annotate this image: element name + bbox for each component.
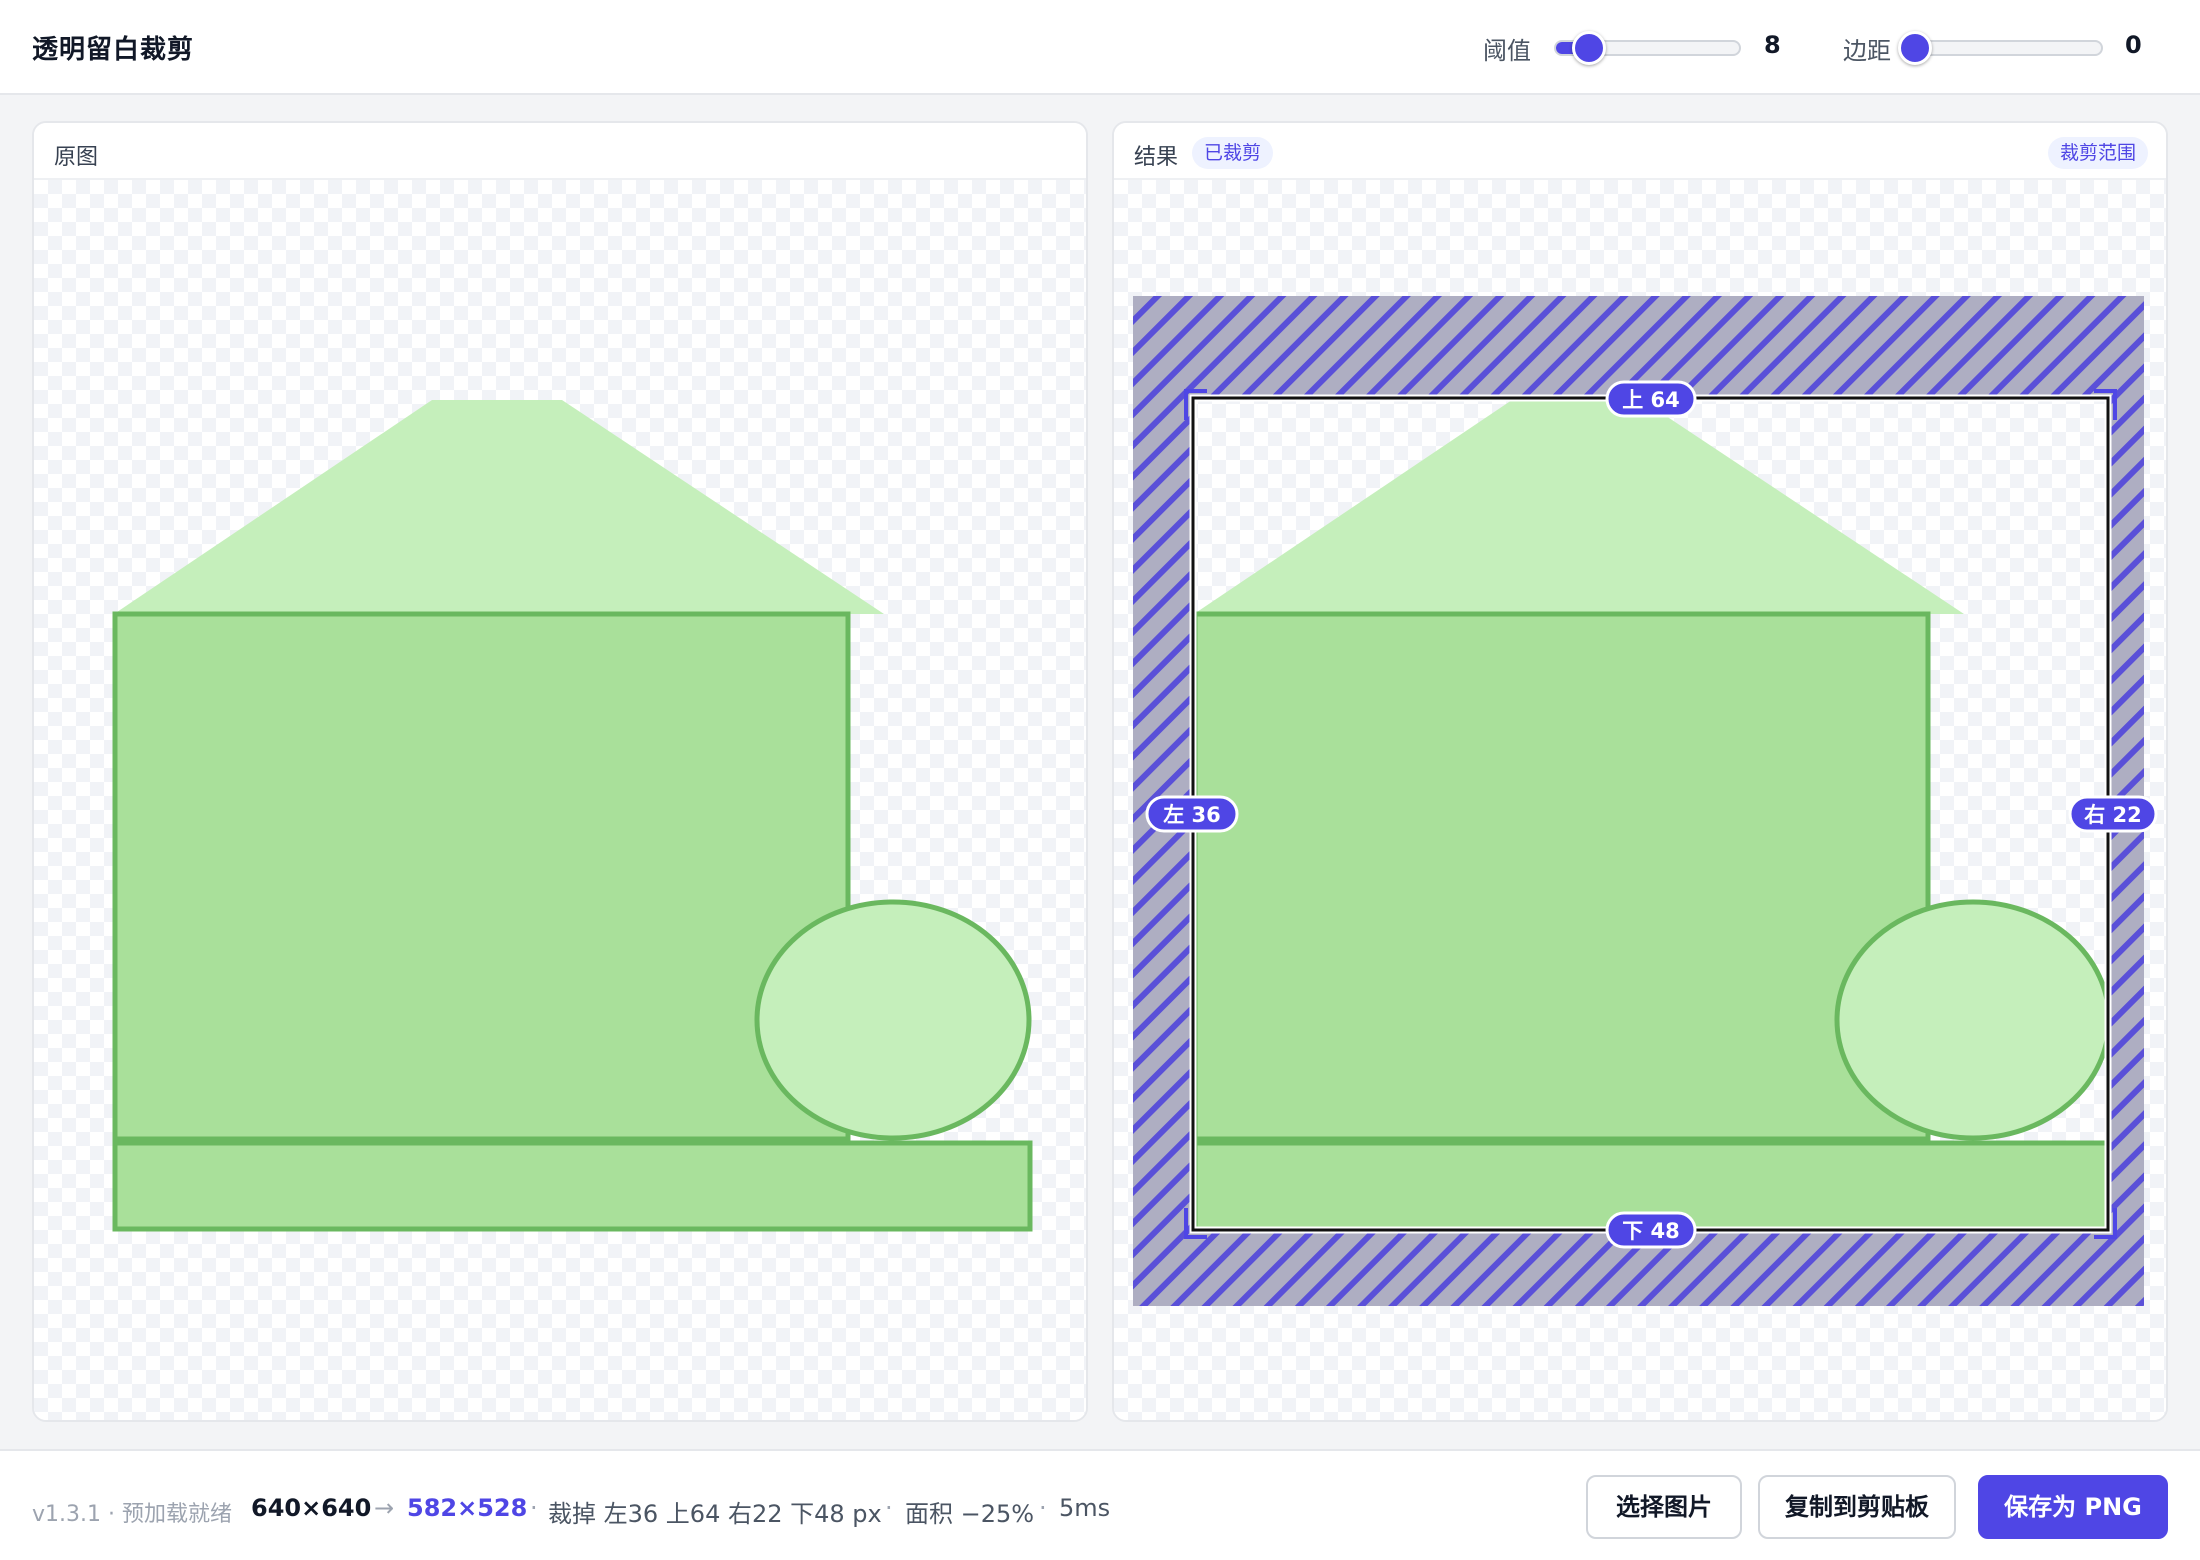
cropped-status-badge: 已裁剪 [1192, 137, 1274, 169]
crop-tag-bottom: 下 48 [1605, 1211, 1697, 1249]
crop-range-toggle[interactable]: 裁剪范围 [2047, 137, 2148, 169]
copy-to-clipboard-button[interactable]: 复制到剪贴板 [1758, 1475, 1956, 1539]
result-panel-header: 结果 已裁剪 裁剪范围 [1114, 123, 2166, 180]
svg-text:左 36: 左 36 [1163, 803, 1221, 827]
crop-tag-left: 左 36 [1145, 795, 1239, 833]
crop-summary: 裁掉 左36 上64 右22 下48 px [548, 1500, 882, 1528]
choose-image-button[interactable]: 选择图片 [1586, 1475, 1742, 1539]
original-image [112, 400, 1033, 1232]
svg-text:上 64: 上 64 [1622, 388, 1680, 412]
tree-circle [754, 899, 1032, 1141]
svg-text:右 22: 右 22 [2084, 803, 2142, 827]
separator: · [530, 1494, 538, 1522]
threshold-value: 8 [1764, 31, 1781, 59]
save-png-button[interactable]: 保存为 PNG [1978, 1475, 2168, 1539]
crop-trim-overlay [1133, 296, 2144, 1306]
margin-value: 0 [2125, 31, 2142, 59]
result-canvas: 上 64 左 36 右 22 下 48 [1114, 180, 2166, 1420]
top-bar: 透明留白裁剪 阈值 8 边距 0 [0, 0, 2200, 95]
result-panel-title: 结果 [1134, 145, 1179, 170]
separator: · [1039, 1494, 1047, 1522]
process-time: 5ms [1059, 1494, 1111, 1522]
original-canvas [34, 180, 1086, 1420]
version-status: v1.3.1 · 预加载就绪 [32, 1502, 232, 1527]
arrow-icon: → [374, 1494, 395, 1522]
margin-slider[interactable] [1898, 31, 2103, 65]
status-bar: v1.3.1 · 预加载就绪 640×640 → 582×528 · 裁掉 左3… [0, 1449, 2200, 1560]
threshold-label: 阈值 [1483, 37, 1531, 65]
original-panel-title: 原图 [54, 145, 99, 170]
original-panel: 原图 [32, 121, 1088, 1422]
result-size: 582×528 [407, 1494, 528, 1522]
crop-tag-right: 右 22 [2068, 795, 2158, 833]
app-title: 透明留白裁剪 [32, 35, 195, 65]
margin-slider-thumb[interactable] [1898, 31, 1932, 65]
ground-bar [112, 1140, 1033, 1232]
threshold-slider[interactable] [1554, 31, 1741, 65]
threshold-slider-thumb[interactable] [1571, 31, 1606, 65]
svg-text:下 48: 下 48 [1622, 1219, 1680, 1243]
original-panel-header: 原图 [34, 123, 1086, 180]
crop-tag-top: 上 64 [1605, 380, 1697, 418]
result-image: 上 64 左 36 右 22 下 48 [1133, 296, 2158, 1306]
result-panel: 结果 已裁剪 裁剪范围 上 64 左 36 右 22 下 48 [1112, 121, 2168, 1422]
separator: · [885, 1494, 893, 1522]
margin-label: 边距 [1843, 37, 1891, 65]
house-body [112, 611, 851, 1142]
source-size: 640×640 [251, 1494, 372, 1522]
area-change: 面积 −25% [905, 1500, 1035, 1528]
roof-shape [114, 400, 884, 614]
